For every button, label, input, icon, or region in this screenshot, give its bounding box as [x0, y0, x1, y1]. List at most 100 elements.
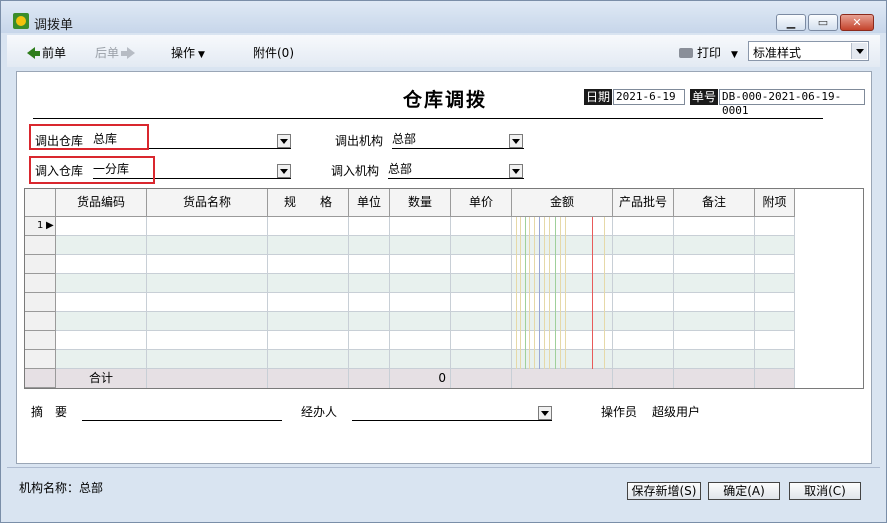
table-cell[interactable] [512, 350, 613, 369]
table-cell[interactable] [512, 274, 613, 293]
table-row[interactable] [25, 312, 795, 331]
table-row[interactable] [25, 236, 795, 255]
operations-menu[interactable]: 操作 ▼ [171, 44, 205, 61]
table-cell[interactable] [390, 350, 451, 369]
table-cell[interactable] [349, 350, 390, 369]
table-cell[interactable] [268, 255, 349, 274]
table-cell[interactable] [512, 217, 613, 236]
table-cell[interactable] [268, 274, 349, 293]
table-cell[interactable] [56, 236, 147, 255]
table-cell[interactable] [349, 236, 390, 255]
table-cell[interactable] [755, 217, 795, 236]
table-cell[interactable] [512, 236, 613, 255]
col-header-spec[interactable]: 规 格 [268, 189, 349, 217]
table-cell[interactable] [613, 331, 674, 350]
table-cell[interactable] [268, 350, 349, 369]
table-cell[interactable] [147, 293, 268, 312]
table-cell[interactable] [56, 350, 147, 369]
table-cell[interactable] [451, 236, 512, 255]
table-row[interactable] [25, 274, 795, 293]
col-header-amount[interactable]: 金额 [512, 189, 613, 217]
in-org-field[interactable]: 总部 [388, 160, 524, 179]
table-cell[interactable] [268, 331, 349, 350]
table-cell[interactable] [56, 274, 147, 293]
table-cell[interactable] [147, 236, 268, 255]
table-row[interactable] [25, 255, 795, 274]
out-warehouse-dropdown[interactable] [277, 134, 291, 148]
attachments-button[interactable]: 附件(0) [253, 44, 294, 61]
table-row[interactable] [25, 350, 795, 369]
table-cell[interactable] [451, 217, 512, 236]
table-cell[interactable] [451, 350, 512, 369]
table-cell[interactable] [755, 236, 795, 255]
table-cell[interactable] [268, 293, 349, 312]
table-cell[interactable] [512, 293, 613, 312]
table-cell[interactable] [451, 255, 512, 274]
number-field[interactable]: DB-000-2021-06-19-0001 [719, 89, 865, 117]
table-cell[interactable] [349, 255, 390, 274]
table-cell[interactable] [613, 236, 674, 255]
table-cell[interactable] [755, 331, 795, 350]
table-cell[interactable] [147, 331, 268, 350]
table-cell[interactable] [349, 312, 390, 331]
save-new-button[interactable]: 保存新增(S) [627, 482, 701, 500]
table-cell[interactable] [674, 236, 755, 255]
table-row[interactable] [25, 331, 795, 350]
table-cell[interactable] [451, 274, 512, 293]
table-cell[interactable] [390, 217, 451, 236]
next-button[interactable]: 后单 [95, 44, 136, 61]
print-style-select[interactable]: 标准样式 [748, 41, 869, 61]
table-cell[interactable] [674, 255, 755, 274]
table-cell[interactable] [674, 312, 755, 331]
summary-field[interactable] [82, 402, 282, 421]
table-row[interactable] [25, 293, 795, 312]
table-cell[interactable] [451, 331, 512, 350]
in-org-dropdown[interactable] [509, 164, 523, 178]
col-header-code[interactable]: 货品编码 [56, 189, 147, 217]
col-header-quantity[interactable]: 数量 [390, 189, 451, 217]
table-cell[interactable] [147, 255, 268, 274]
confirm-button[interactable]: 确定(A) [708, 482, 780, 500]
table-cell[interactable] [390, 293, 451, 312]
table-cell[interactable] [755, 255, 795, 274]
col-header-name[interactable]: 货品名称 [147, 189, 268, 217]
table-cell[interactable] [674, 274, 755, 293]
table-cell[interactable] [349, 331, 390, 350]
table-cell[interactable] [268, 236, 349, 255]
date-field[interactable]: 2021-6-19 [613, 89, 685, 105]
table-cell[interactable] [349, 217, 390, 236]
table-cell[interactable] [451, 312, 512, 331]
table-cell[interactable] [613, 217, 674, 236]
cancel-button[interactable]: 取消(C) [789, 482, 861, 500]
table-cell[interactable] [390, 255, 451, 274]
table-cell[interactable] [56, 293, 147, 312]
table-cell[interactable] [349, 274, 390, 293]
table-cell[interactable] [674, 217, 755, 236]
print-button[interactable]: 打印 ▼ [679, 44, 738, 61]
in-warehouse-dropdown[interactable] [277, 164, 291, 178]
table-cell[interactable] [674, 331, 755, 350]
handler-field[interactable] [352, 402, 552, 421]
table-cell[interactable] [147, 350, 268, 369]
table-cell[interactable] [268, 217, 349, 236]
table-cell[interactable] [755, 350, 795, 369]
table-cell[interactable] [390, 274, 451, 293]
col-header-price[interactable]: 单价 [451, 189, 512, 217]
table-cell[interactable] [755, 274, 795, 293]
table-cell[interactable] [674, 293, 755, 312]
out-org-dropdown[interactable] [509, 134, 523, 148]
table-cell[interactable] [147, 274, 268, 293]
table-cell[interactable] [512, 331, 613, 350]
table-cell[interactable] [613, 293, 674, 312]
table-cell[interactable] [268, 312, 349, 331]
chevron-down-icon[interactable] [851, 43, 867, 59]
table-cell[interactable] [613, 350, 674, 369]
table-cell[interactable] [56, 217, 147, 236]
col-header-remark[interactable]: 备注 [674, 189, 755, 217]
table-cell[interactable] [349, 293, 390, 312]
table-cell[interactable] [390, 312, 451, 331]
table-cell[interactable] [613, 274, 674, 293]
table-cell[interactable] [147, 312, 268, 331]
table-cell[interactable] [451, 293, 512, 312]
table-cell[interactable] [613, 255, 674, 274]
